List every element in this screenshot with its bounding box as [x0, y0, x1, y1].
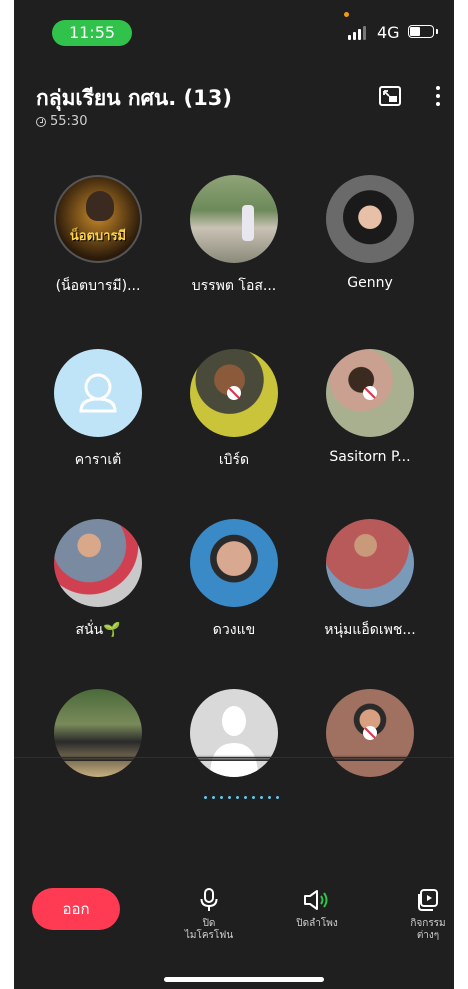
participant-avatar — [326, 519, 414, 607]
participant-tile[interactable]: หนุ่มแอ็ดเพช... — [300, 519, 440, 641]
dot — [228, 796, 231, 799]
dot — [436, 86, 440, 90]
dot — [204, 796, 207, 799]
default-user-icon — [79, 373, 117, 413]
dot — [220, 796, 223, 799]
page-indicator[interactable] — [204, 796, 279, 799]
participant-avatar — [326, 689, 414, 777]
status-time[interactable]: 11:55 — [52, 20, 132, 46]
avatar-logo-text: น็อตบารมี — [69, 229, 127, 244]
dot — [276, 796, 279, 799]
participant-tile[interactable] — [28, 689, 168, 789]
muted-mic-icon — [363, 386, 377, 400]
participant-tile[interactable] — [300, 689, 440, 789]
dot — [212, 796, 215, 799]
participant-name: Genny — [347, 275, 393, 291]
muted-mic-icon — [227, 386, 241, 400]
participant-avatar — [190, 175, 278, 263]
clock-icon — [36, 116, 46, 127]
participant-tile[interactable] — [164, 689, 304, 789]
more-options-button[interactable] — [434, 84, 442, 108]
participant-tile[interactable]: เบิร์ด — [164, 349, 304, 471]
participant-name: (น็อตบารมี)... — [55, 278, 141, 294]
mute-speaker-button[interactable]: ปิดลำโพง — [272, 888, 362, 930]
avatar-figure — [86, 191, 114, 221]
participant-name: สนั่น🌱 — [75, 622, 121, 638]
grid-fade — [14, 755, 454, 761]
dot — [436, 94, 440, 98]
leave-call-button[interactable]: ออก — [32, 888, 120, 930]
participant-tile[interactable]: สนั่น🌱 — [28, 519, 168, 641]
picture-in-picture-icon — [379, 86, 401, 106]
call-screen: 11:55 4G กลุ่มเรียน กศน. (13) 55:30 น็อต… — [14, 0, 454, 989]
call-duration: 55:30 — [36, 114, 87, 129]
participant-name: คาราเต้ — [74, 452, 122, 468]
participant-tile[interactable]: Genny — [300, 175, 440, 291]
participant-name: หนุ่มแอ็ดเพช... — [324, 622, 416, 638]
participant-name: บรรพต โอส... — [191, 278, 277, 294]
divider — [14, 757, 454, 758]
mic-in-use-indicator — [344, 12, 349, 17]
participant-avatar — [190, 519, 278, 607]
participant-tile[interactable]: คาราเต้ — [28, 349, 168, 471]
dot — [236, 796, 239, 799]
muted-mic-icon — [363, 726, 377, 740]
mute-speaker-label: ปิดลำโพง — [296, 918, 338, 929]
activities-button[interactable]: กิจกรรม ต่างๆ — [382, 888, 454, 942]
group-call-title: กลุ่มเรียน กศน. (13) — [36, 86, 232, 110]
participant-name: เบิร์ด — [218, 452, 250, 468]
participant-name: Sasitorn P... — [329, 449, 411, 465]
dot — [436, 102, 440, 106]
participant-avatar — [326, 175, 414, 263]
avatar-figure — [242, 205, 254, 241]
battery-icon — [408, 25, 438, 38]
participant-tile[interactable]: น็อตบารมี (น็อตบารมี)... — [28, 175, 168, 297]
mute-mic-label: ปิด ไมโครโฟน — [184, 918, 234, 941]
signal-icon — [348, 26, 366, 40]
dot — [260, 796, 263, 799]
network-type: 4G — [377, 23, 400, 42]
dot — [252, 796, 255, 799]
participant-avatar — [54, 349, 142, 437]
participant-avatar — [326, 349, 414, 437]
home-indicator[interactable] — [164, 977, 324, 982]
activities-label: กิจกรรม ต่างๆ — [410, 918, 446, 941]
participant-avatar — [190, 689, 278, 777]
call-duration-text: 55:30 — [50, 114, 88, 129]
activity-play-icon — [418, 889, 438, 911]
participant-tile[interactable]: บรรพต โอส... — [164, 175, 304, 297]
participant-avatar — [54, 689, 142, 777]
participant-name: ดวงแข — [212, 622, 256, 638]
dot — [244, 796, 247, 799]
microphone-icon — [200, 888, 218, 911]
participant-avatar: น็อตบารมี — [54, 175, 142, 263]
participant-tile[interactable]: ดวงแข — [164, 519, 304, 641]
silhouette-icon — [210, 706, 258, 777]
participant-tile[interactable]: Sasitorn P... — [300, 349, 440, 465]
mute-mic-button[interactable]: ปิด ไมโครโฟน — [164, 888, 254, 942]
participant-avatar — [54, 519, 142, 607]
speaker-icon — [304, 890, 328, 910]
dot — [268, 796, 271, 799]
participant-avatar — [190, 349, 278, 437]
minimize-window-button[interactable] — [378, 84, 402, 108]
